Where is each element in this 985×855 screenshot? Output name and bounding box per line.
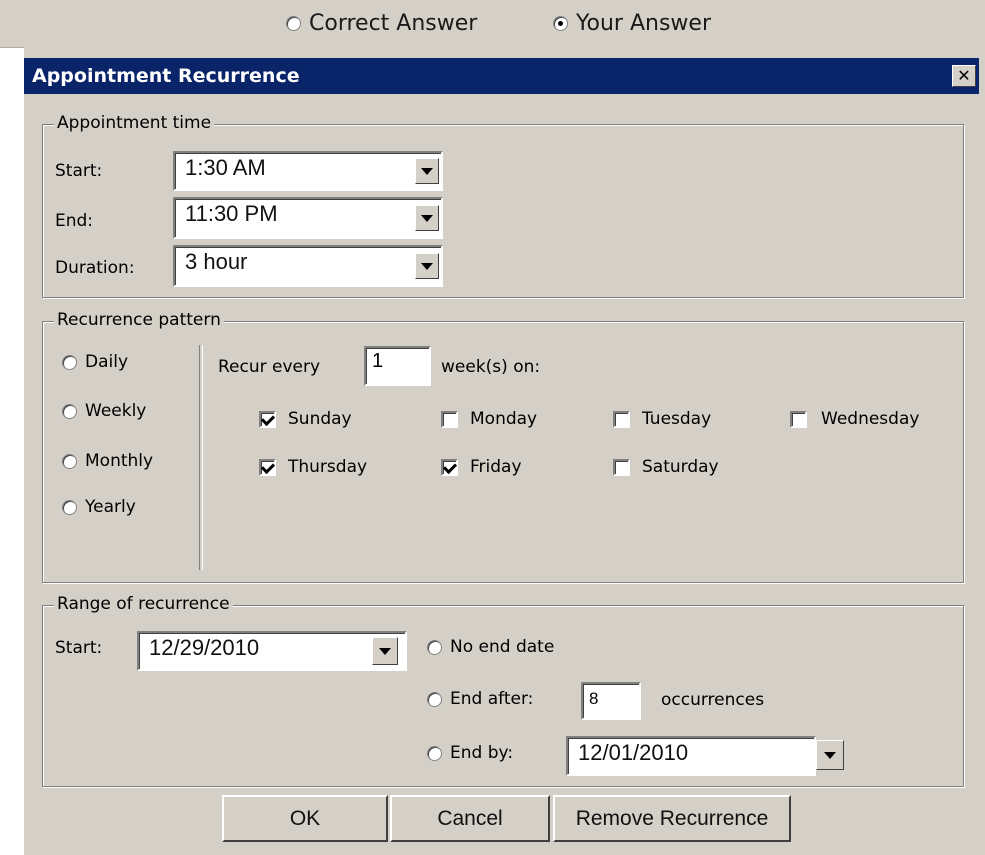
range-start-dropdown-button[interactable] [372,637,398,665]
close-button[interactable]: ✕ [952,65,976,87]
end-after-radio[interactable] [427,691,442,707]
correct-answer-label: Correct Answer [309,10,478,36]
your-answer-radio[interactable] [553,15,568,31]
end-time-label: End: [55,211,94,231]
duration-label: Duration: [55,258,135,278]
start-time-dropdown-button[interactable] [415,158,439,184]
chevron-down-icon [421,167,433,175]
chevron-down-icon [824,751,836,759]
end-by-label: End by: [450,743,514,763]
frequency-daily-label: Daily [85,352,129,372]
recur-every-input[interactable]: 1 [364,346,431,386]
recurrence-pattern-legend: Recurrence pattern [54,310,224,330]
frequency-monthly-radio[interactable] [62,453,77,469]
close-icon: ✕ [957,66,971,85]
day-saturday-option[interactable]: Saturday [613,457,719,477]
cancel-button[interactable]: Cancel [390,795,550,842]
day-monday-label: Monday [470,409,538,429]
frequency-yearly-option[interactable]: Yearly [62,497,136,517]
answer-toggle-bar [0,0,985,48]
your-answer-option[interactable]: Your Answer [553,10,711,36]
correct-answer-radio[interactable] [286,15,301,31]
chevron-down-icon [379,647,391,655]
end-after-input[interactable]: 8 [581,682,641,720]
end-time-dropdown-button[interactable] [415,205,439,231]
day-monday-option[interactable]: Monday [441,409,537,429]
start-time-value: 1:30 AM [185,155,266,180]
weeks-on-label: week(s) on: [441,357,541,377]
day-monday-checkbox[interactable] [441,410,458,428]
chevron-down-icon [421,214,433,222]
range-of-recurrence-legend: Range of recurrence [54,594,233,614]
frequency-daily-radio[interactable] [62,354,77,370]
day-thursday-option[interactable]: Thursday [259,457,367,477]
end-time-select[interactable]: 11:30 PM [173,197,443,239]
frequency-weekly-label: Weekly [85,401,147,421]
no-end-date-radio[interactable] [427,639,442,655]
day-saturday-label: Saturday [642,457,719,477]
appointment-time-legend: Appointment time [54,113,215,133]
day-wednesday-label: Wednesday [821,409,920,429]
end-by-value: 12/01/2010 [578,740,689,765]
day-saturday-checkbox[interactable] [613,458,630,476]
day-tuesday-checkbox[interactable] [613,410,630,428]
frequency-yearly-radio[interactable] [62,499,77,515]
day-thursday-label: Thursday [288,457,368,477]
end-by-option[interactable]: End by: [427,743,513,763]
range-start-date-input[interactable]: 12/29/2010 [137,631,407,671]
day-wednesday-option[interactable]: Wednesday [790,409,919,429]
correct-answer-option[interactable]: Correct Answer [286,10,477,36]
pattern-divider [199,345,203,570]
day-tuesday-option[interactable]: Tuesday [613,409,711,429]
end-by-radio[interactable] [427,745,442,761]
frequency-yearly-label: Yearly [85,497,136,517]
day-thursday-checkbox[interactable] [259,458,276,476]
remove-recurrence-button[interactable]: Remove Recurrence [553,795,791,842]
duration-select[interactable]: 3 hour [173,245,443,287]
dialog-title: Appointment Recurrence [32,65,300,87]
end-time-value: 11:30 PM [185,201,278,226]
recur-every-label: Recur every [218,357,321,377]
recur-every-value: 1 [372,350,384,372]
frequency-monthly-label: Monthly [85,451,154,471]
no-end-date-option[interactable]: No end date [427,637,554,657]
occurrences-label: occurrences [661,690,765,710]
frequency-weekly-option[interactable]: Weekly [62,401,146,421]
end-after-value: 8 [589,689,599,708]
day-wednesday-checkbox[interactable] [790,410,807,428]
end-by-date-input[interactable]: 12/01/2010 [566,736,816,776]
no-end-date-label: No end date [450,637,555,657]
duration-dropdown-button[interactable] [415,253,439,279]
frequency-monthly-option[interactable]: Monthly [62,451,153,471]
day-friday-option[interactable]: Friday [441,457,522,477]
day-sunday-option[interactable]: Sunday [259,409,352,429]
end-by-dropdown-button[interactable] [816,740,844,770]
end-after-option[interactable]: End after: [427,689,533,709]
end-after-label: End after: [450,689,534,709]
day-friday-label: Friday [470,457,522,477]
day-sunday-label: Sunday [288,409,352,429]
your-answer-label: Your Answer [576,10,711,36]
start-time-label: Start: [55,161,103,181]
duration-value: 3 hour [185,249,248,274]
frequency-daily-option[interactable]: Daily [62,352,128,372]
day-sunday-checkbox[interactable] [259,410,276,428]
day-tuesday-label: Tuesday [642,409,712,429]
start-time-select[interactable]: 1:30 AM [173,151,443,191]
range-start-value: 12/29/2010 [149,635,260,660]
day-friday-checkbox[interactable] [441,458,458,476]
range-start-label: Start: [55,638,103,658]
ok-button[interactable]: OK [222,795,388,842]
chevron-down-icon [421,262,433,270]
frequency-weekly-radio[interactable] [62,403,77,419]
